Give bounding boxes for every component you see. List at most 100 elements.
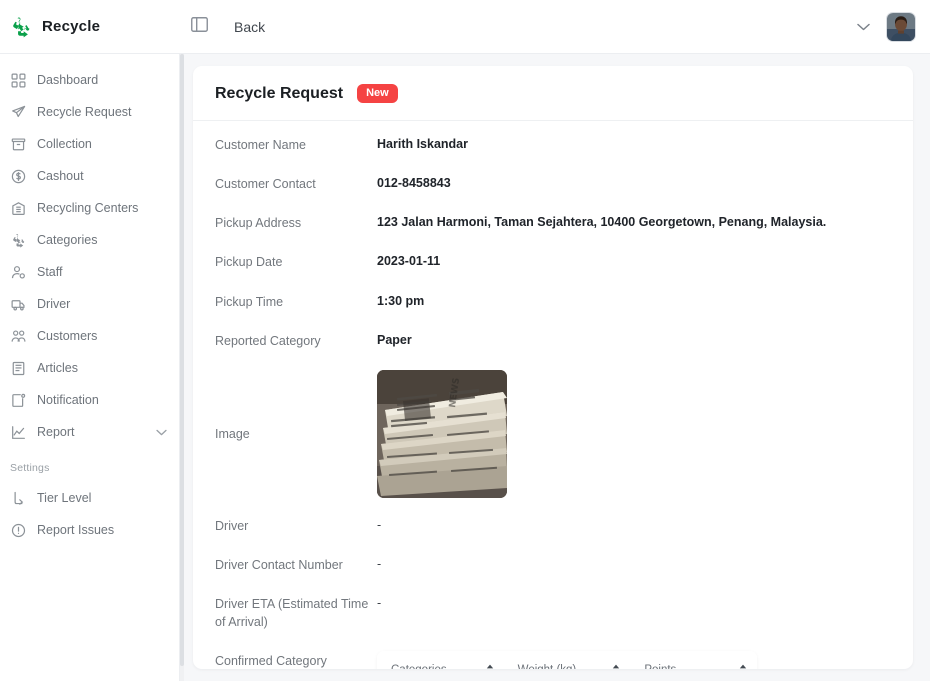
sort-arrows-icon[interactable] [739, 664, 747, 669]
table-header-cell-points[interactable]: Points [630, 655, 757, 669]
sidebar-item-label: Categories [37, 233, 98, 247]
box-icon [10, 136, 26, 152]
field-value: - [377, 517, 382, 532]
sidebar-item-categories[interactable]: Categories [0, 224, 179, 256]
body: Dashboard Recycle Request Collection Cas… [0, 54, 930, 681]
sidebar-item-label: Collection [37, 137, 92, 151]
top-bar: Recycle Back [0, 0, 930, 54]
sidebar-item-label: Customers [37, 329, 98, 343]
field-label: Driver ETA (Estimated Time of Arrival) [215, 597, 369, 630]
grid-icon [10, 72, 26, 88]
sidebar-item-report[interactable]: Report [0, 416, 179, 448]
tier-level-icon [10, 490, 26, 506]
sidebar-item-label: Dashboard [37, 73, 99, 87]
field-value: 1:30 pm [377, 293, 425, 308]
table-header-row: Categories Weight (kg) [377, 651, 757, 669]
brand[interactable]: Recycle [0, 16, 180, 38]
sidebar-item-staff[interactable]: Staff [0, 256, 179, 288]
dollar-circle-icon [10, 168, 26, 184]
alert-circle-icon [10, 522, 26, 538]
status-badge: New [357, 84, 398, 103]
field-customer-name: Customer Name Harith Iskandar [215, 135, 891, 154]
field-pickup-time: Pickup Time 1:30 pm [215, 292, 891, 311]
bell-dot-icon [10, 392, 26, 408]
field-value: Harith Iskandar [377, 137, 469, 151]
field-label: Confirmed Category [215, 654, 327, 669]
recycle-item-photo[interactable]: NEWS [377, 369, 507, 498]
sort-arrows-icon[interactable] [486, 664, 494, 669]
field-confirmed-category: Confirmed Category Categories [215, 651, 891, 669]
sidebar-item-label: Cashout [37, 169, 84, 183]
recycle-icon [10, 232, 26, 248]
column-label: Weight (kg) [518, 664, 577, 669]
sidebar-item-label: Report Issues [37, 523, 115, 537]
field-label: Pickup Date [215, 255, 283, 270]
card-header: Recycle Request New [193, 66, 913, 121]
sidebar-item-report-issues[interactable]: Report Issues [0, 514, 179, 546]
field-label: Pickup Address [215, 216, 302, 231]
field-label: Pickup Time [215, 294, 284, 309]
sidebar-item-dashboard[interactable]: Dashboard [0, 64, 179, 96]
sidebar-item-cashout[interactable]: Cashout [0, 160, 179, 192]
main-content: Recycle Request New Customer Name Harith… [180, 54, 930, 681]
field-pickup-date: Pickup Date 2023-01-11 [215, 252, 891, 271]
sidebar-item-customers[interactable]: Customers [0, 320, 179, 352]
field-driver-contact-number: Driver Contact Number - [215, 555, 891, 574]
sidebar-item-label: Driver [37, 297, 71, 311]
field-driver-eta: Driver ETA (Estimated Time of Arrival) - [215, 594, 891, 631]
sidebar-item-articles[interactable]: Articles [0, 352, 179, 384]
field-image: Image NEWS [215, 369, 891, 498]
confirmed-category-table: Categories Weight (kg) [377, 651, 757, 669]
sidebar-toggle-icon [190, 16, 208, 37]
sidebar-item-notification[interactable]: Notification [0, 384, 179, 416]
sidebar-item-tier-level[interactable]: Tier Level [0, 482, 179, 514]
sidebar: Dashboard Recycle Request Collection Cas… [0, 54, 180, 681]
field-label: Reported Category [215, 333, 321, 348]
chevron-down-icon[interactable] [857, 23, 870, 31]
app-root: Recycle Back Dashboard Recycle Request C… [0, 0, 930, 681]
field-label: Image [215, 427, 250, 442]
sidebar-item-recycling-centers[interactable]: Recycling Centers [0, 192, 179, 224]
chart-line-icon [10, 424, 26, 440]
field-value: 123 Jalan Harmoni, Taman Sejahtera, 1040… [377, 215, 827, 230]
field-pickup-address: Pickup Address 123 Jalan Harmoni, Taman … [215, 213, 891, 232]
page-title: Recycle Request [215, 84, 344, 102]
sidebar-item-label: Report [37, 425, 75, 439]
field-value: 012-8458843 [377, 176, 451, 191]
page-scrollbar-thumb[interactable] [180, 54, 184, 666]
table-header-cell-weight[interactable]: Weight (kg) [504, 655, 631, 669]
field-value: 2023-01-11 [377, 254, 441, 269]
sidebar-item-collection[interactable]: Collection [0, 128, 179, 160]
chevron-down-icon[interactable] [156, 429, 167, 436]
sidebar-toggle-button[interactable] [186, 16, 212, 38]
avatar[interactable] [886, 11, 916, 42]
field-label: Driver Contact Number [215, 557, 343, 572]
warehouse-icon [10, 200, 26, 216]
sidebar-section-settings: Settings [10, 462, 50, 474]
field-customer-contact: Customer Contact 012-8458843 [215, 174, 891, 193]
sidebar-item-driver[interactable]: Driver [0, 288, 179, 320]
back-button[interactable]: Back [234, 19, 265, 35]
user-gear-icon [10, 264, 26, 280]
field-label: Customer Contact [215, 177, 316, 192]
brand-name: Recycle [42, 18, 101, 35]
column-label: Categories [391, 664, 447, 669]
field-value: - [377, 556, 382, 571]
field-label: Driver [215, 518, 249, 533]
sidebar-item-label: Recycle Request [37, 105, 132, 119]
field-value: - [377, 596, 382, 610]
sidebar-item-recycle-request[interactable]: Recycle Request [0, 96, 179, 128]
sort-arrows-icon[interactable] [612, 664, 620, 669]
card-body: Customer Name Harith Iskandar Customer C… [193, 121, 913, 669]
table-header-cell-categories[interactable]: Categories [377, 655, 504, 669]
recycle-request-card: Recycle Request New Customer Name Harith… [193, 66, 913, 669]
users-icon [10, 328, 26, 344]
field-driver: Driver - [215, 516, 891, 535]
article-icon [10, 360, 26, 376]
sidebar-item-label: Articles [37, 361, 78, 375]
page-scrollbar[interactable] [180, 54, 184, 681]
topbar-right-group [857, 11, 930, 42]
field-reported-category: Reported Category Paper [215, 331, 891, 350]
paper-plane-icon [10, 104, 26, 120]
column-label: Points [644, 664, 676, 669]
